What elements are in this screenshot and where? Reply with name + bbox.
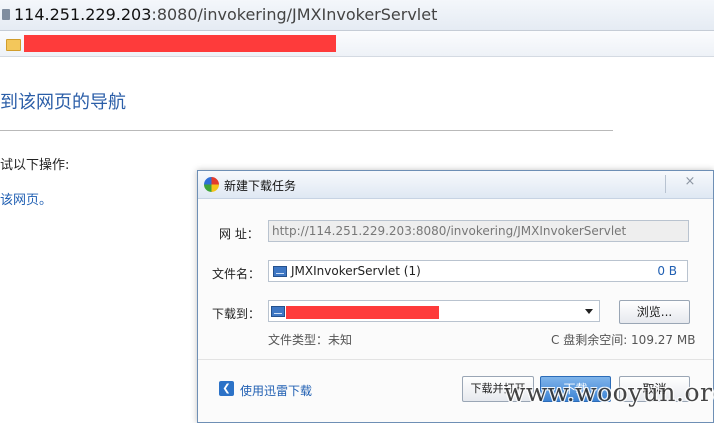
page-icon: [2, 9, 10, 20]
error-title: 到该网页的导航: [0, 92, 126, 113]
bookmarks-bar: [0, 31, 714, 57]
titlebar-separator: [665, 175, 666, 193]
url-field[interactable]: http://114.251.229.203:8080/invokering/J…: [268, 220, 689, 242]
divider: [0, 130, 613, 131]
save-location-select[interactable]: [268, 300, 600, 322]
watermark: www.wooyun.org: [504, 378, 714, 407]
close-icon[interactable]: ×: [680, 173, 700, 191]
browser-logo-icon: [204, 177, 219, 192]
save-to-label: 下载到：: [212, 307, 261, 321]
dialog-titlebar[interactable]: 新建下载任务 ×: [198, 171, 713, 199]
footer-divider: [198, 359, 713, 360]
file-type: 文件类型：未知: [268, 333, 353, 347]
filename-value: JMXInvokerServlet (1): [291, 264, 421, 278]
xunlei-icon[interactable]: ❮: [219, 381, 234, 396]
filename-input[interactable]: JMXInvokerServlet (1) 0 B: [268, 260, 688, 282]
url-label: 网 址：: [219, 227, 259, 241]
url-path: :8080/invokering/JMXInvokerServlet: [151, 5, 438, 24]
filename-label: 文件名：: [212, 267, 261, 281]
error-suggestion: 试以下操作:: [0, 158, 70, 173]
redacted-path: [286, 306, 439, 319]
url-text[interactable]: 114.251.229.203:8080/invokering/JMXInvok…: [14, 5, 437, 24]
folder-path-icon: [271, 306, 285, 317]
file-size: 0 B: [657, 264, 677, 278]
error-link[interactable]: 该网页。: [0, 189, 52, 208]
disk-space: C 盘剩余空间: 109.27 MB: [551, 333, 696, 347]
xunlei-download-link[interactable]: 使用迅雷下载: [240, 382, 312, 399]
redacted-bookmark: [24, 35, 336, 52]
browse-button[interactable]: 浏览...: [619, 300, 690, 324]
chevron-down-icon[interactable]: [585, 309, 593, 314]
address-bar[interactable]: 114.251.229.203:8080/invokering/JMXInvok…: [0, 0, 714, 31]
dialog-title: 新建下载任务: [224, 179, 297, 193]
url-host: 114.251.229.203: [14, 5, 152, 24]
folder-icon[interactable]: [6, 39, 21, 51]
file-icon: [273, 266, 287, 277]
